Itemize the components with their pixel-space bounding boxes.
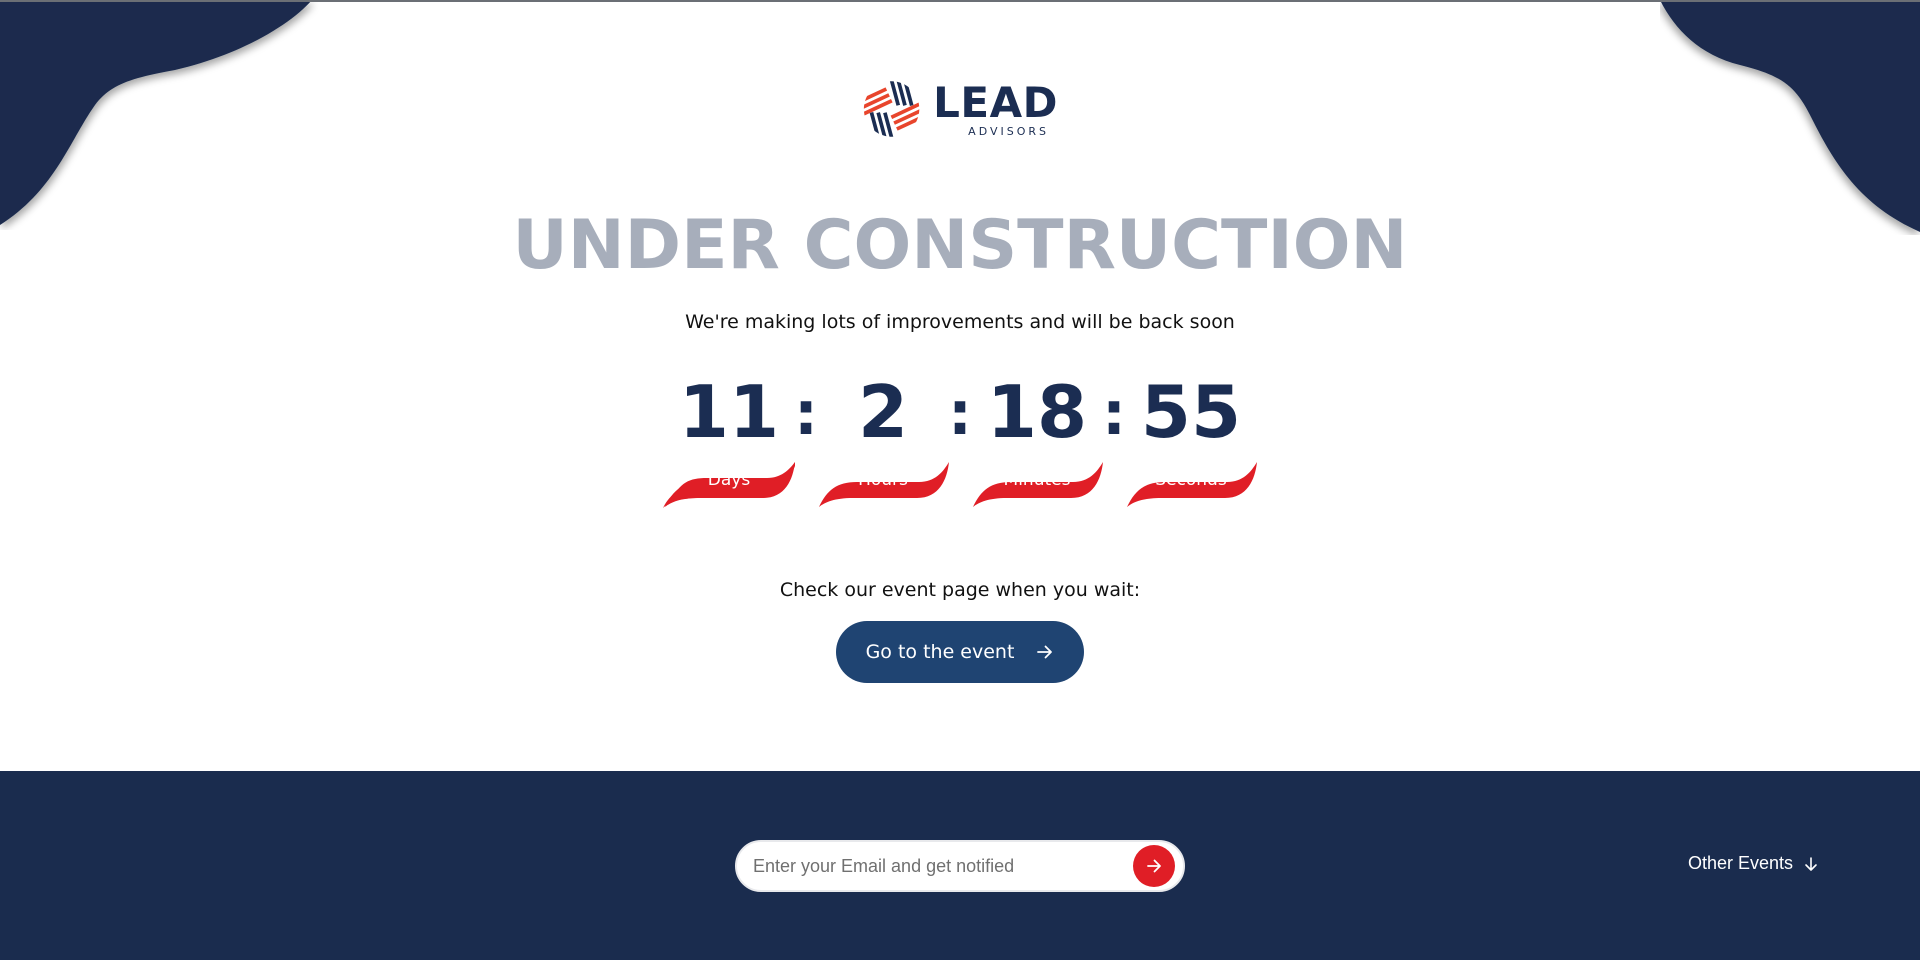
arrow-right-icon <box>1147 859 1161 873</box>
countdown-seconds-label: Seconds <box>1155 470 1227 490</box>
other-events-link[interactable]: Other Events <box>1688 853 1819 874</box>
email-input[interactable] <box>751 854 1133 878</box>
go-to-event-button[interactable]: Go to the event <box>836 621 1084 683</box>
go-to-event-label: Go to the event <box>865 641 1015 663</box>
countdown-hours: 2 Hours <box>813 370 953 510</box>
countdown-minutes-label: Minutes <box>1003 470 1071 490</box>
left-corner-decoration <box>0 0 312 225</box>
right-corner-decoration <box>1660 0 1920 232</box>
logo-name: LEAD <box>933 77 1058 127</box>
countdown-timer: 11 Days : 2 Hours : 18 Minutes : 55 Seco… <box>0 370 1920 510</box>
other-events-label: Other Events <box>1688 853 1794 873</box>
logo-mark-icon <box>863 81 920 137</box>
page-subtitle: We're making lots of improvements and wi… <box>685 311 1235 333</box>
countdown-days-label: Days <box>707 470 751 490</box>
arrow-right-icon <box>1037 645 1053 659</box>
countdown-minutes-value: 18 <box>986 370 1088 454</box>
countdown-minutes: 18 Minutes <box>967 370 1107 510</box>
under-construction-page: LEAD ADVISORS UNDER CONSTRUCTION We're m… <box>0 0 1920 960</box>
countdown-hours-label: Hours <box>858 470 908 490</box>
email-submit-button[interactable] <box>1133 845 1175 887</box>
logo-tagline: ADVISORS <box>968 124 1050 138</box>
countdown-days: 11 Days <box>659 370 799 510</box>
page-title: UNDER CONSTRUCTION <box>512 206 1408 285</box>
event-prompt: Check our event page when you wait: <box>779 579 1141 601</box>
countdown-days-value: 11 <box>678 370 780 454</box>
countdown-seconds: 55 Seconds <box>1121 370 1261 510</box>
countdown-hours-value: 2 <box>857 370 909 454</box>
countdown-seconds-value: 55 <box>1140 370 1242 454</box>
arrow-down-icon <box>1805 856 1817 871</box>
logo-text: LEAD ADVISORS <box>933 77 1058 138</box>
top-border <box>0 0 1920 2</box>
email-signup-form <box>735 840 1185 892</box>
brand-logo[interactable]: LEAD ADVISORS <box>862 76 1058 142</box>
